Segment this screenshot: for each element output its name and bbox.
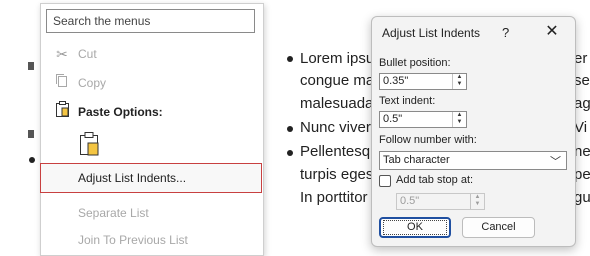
tab-stop-value: 0.5" <box>400 195 420 207</box>
doc-line: malesuada <box>300 95 374 112</box>
doc-line: er <box>574 50 588 67</box>
selection-mark <box>28 130 34 138</box>
paste-options-header: Paste Options: <box>41 100 263 124</box>
bullet-position-label: Bullet position: <box>379 57 451 69</box>
doc-line: congue ma <box>300 72 375 89</box>
menu-item-label: Copy <box>78 76 107 90</box>
help-button[interactable]: ? <box>502 25 509 40</box>
spin-up-icon[interactable]: ▲ <box>453 74 466 81</box>
doc-line: sed <box>574 72 590 89</box>
doc-line: turpis eges <box>300 166 374 183</box>
scissors-icon: ✂ <box>56 46 68 62</box>
tab-stop-spinner[interactable]: 0.5" ▲ ▼ <box>396 193 485 210</box>
follow-number-value: Tab character <box>383 154 450 166</box>
clipboard-icon <box>53 100 71 124</box>
dialog-title: Adjust List Indents <box>382 26 481 40</box>
bullet <box>287 150 293 156</box>
menu-item-adjust-list-indents[interactable]: Adjust List Indents... <box>40 163 262 193</box>
menu-item-label: Separate List <box>78 206 149 220</box>
menu-item-separate-list[interactable]: Separate List <box>41 201 263 225</box>
add-tab-stop-checkbox[interactable] <box>379 175 391 187</box>
menu-item-label: Join To Previous List <box>78 233 188 247</box>
bullet-position-value: 0.35" <box>383 75 409 87</box>
doc-line: gue <box>574 189 590 206</box>
menu-item-label: Adjust List Indents... <box>78 171 187 185</box>
add-tab-stop-label: Add tab stop at: <box>396 174 474 186</box>
spin-down-icon[interactable]: ▼ <box>471 201 484 208</box>
doc-line: In porttitor <box>300 189 368 206</box>
paste-keep-text-icon[interactable] <box>79 131 101 157</box>
adjust-list-indents-dialog: Adjust List Indents ? ✕ Bullet position:… <box>371 16 576 247</box>
spin-up-icon[interactable]: ▲ <box>471 194 484 201</box>
spin-down-icon[interactable]: ▼ <box>453 119 466 126</box>
bullet <box>287 126 293 132</box>
text-indent-label: Text indent: <box>379 95 436 107</box>
menu-item-copy[interactable]: Copy <box>41 71 263 95</box>
context-menu: Search the menus ✂ Cut Copy Paste Option… <box>40 3 264 256</box>
doc-line: ne <box>574 143 590 160</box>
cancel-button-label: Cancel <box>481 221 516 233</box>
text-indent-spinner[interactable]: 0.5" ▲ ▼ <box>379 111 467 128</box>
selection-mark <box>28 62 34 70</box>
menu-item-join-previous-list[interactable]: Join To Previous List <box>41 228 263 252</box>
close-icon[interactable]: ✕ <box>542 22 562 42</box>
doc-line: Nunc viver <box>300 119 371 136</box>
doc-line: Lorem ipsu <box>300 50 375 67</box>
menu-item-cut[interactable]: ✂ Cut <box>41 42 263 66</box>
follow-number-label: Follow number with: <box>379 134 477 146</box>
menu-search-input[interactable]: Search the menus <box>46 9 255 33</box>
bullet <box>287 56 293 62</box>
spin-up-icon[interactable]: ▲ <box>453 112 466 119</box>
menu-item-label: Cut <box>78 47 97 61</box>
copy-icon <box>53 71 71 95</box>
follow-number-select[interactable]: Tab character ﹀ <box>379 151 567 170</box>
focus-ring <box>383 220 447 235</box>
cancel-button[interactable]: Cancel <box>462 217 535 238</box>
chevron-down-icon: ﹀ <box>550 156 561 168</box>
doc-line: pe <box>574 166 590 183</box>
doc-line: ag <box>574 95 590 112</box>
menu-item-label: Paste Options: <box>78 105 163 119</box>
text-indent-value: 0.5" <box>383 113 403 125</box>
bullet <box>29 157 35 163</box>
ok-button[interactable]: OK <box>379 217 451 238</box>
spin-down-icon[interactable]: ▼ <box>453 81 466 88</box>
doc-line: Pellentesq <box>300 143 371 160</box>
bullet-position-spinner[interactable]: 0.35" ▲ ▼ <box>379 73 467 90</box>
